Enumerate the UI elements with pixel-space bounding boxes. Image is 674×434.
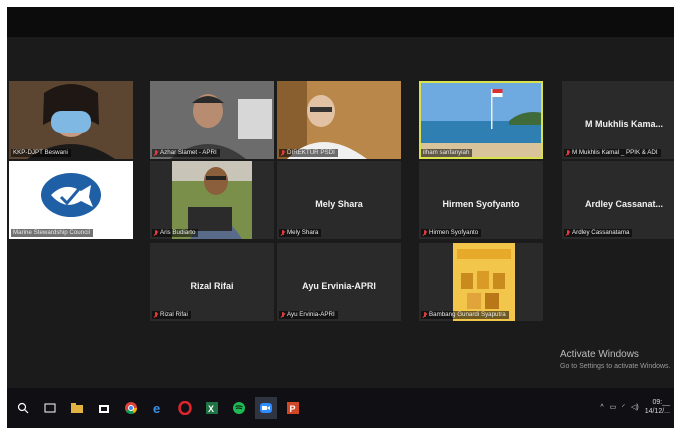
zoom-window: KKP-DJPT Beswani Azhar Slamet - APRI DIR… xyxy=(7,7,674,428)
svg-text:P: P xyxy=(290,404,296,414)
windows-taskbar: e X P ^ ▭ ◜ ◁) 09:__ 14/12/... xyxy=(7,388,674,428)
participant-tile[interactable]: Ardley Cassanat... Ardley Cassanatama xyxy=(562,161,674,239)
participant-name-label: Aris Budiarto xyxy=(152,229,199,237)
opera-icon[interactable] xyxy=(174,397,196,419)
muted-mic-icon xyxy=(154,229,158,237)
participant-tile[interactable]: Bambang Gunardi Syaputra xyxy=(419,243,543,321)
muted-mic-icon xyxy=(281,311,285,319)
participant-name-label: Marine Stewardship Council xyxy=(11,229,94,237)
participant-name-label: M Mukhlis Kamal _ PPIK & ADI xyxy=(564,149,661,157)
network-icon[interactable]: ▭ xyxy=(610,403,617,411)
participant-tile[interactable]: M Mukhlis Kama... M Mukhlis Kamal _ PPIK… xyxy=(562,81,674,159)
participant-tile[interactable]: Aris Budiarto xyxy=(150,161,274,239)
participant-tile[interactable]: Mely Shara Mely Shara xyxy=(277,161,401,239)
participant-tile[interactable]: Rizal Rifai Rizal Rifai xyxy=(150,243,274,321)
muted-mic-icon xyxy=(423,311,427,319)
participant-tile[interactable]: Ayu Ervinia-APRI Ayu Ervinia-APRI xyxy=(277,243,401,321)
excel-icon[interactable]: X xyxy=(201,397,223,419)
participant-tile[interactable]: DIREKTUR PSDI xyxy=(277,81,401,159)
muted-mic-icon xyxy=(281,229,285,237)
participant-name-label: ilham sanfanyiah xyxy=(421,149,473,157)
muted-mic-icon xyxy=(154,311,158,319)
participant-name-label: Hirmen Syofyanto xyxy=(421,229,482,237)
chevron-up-icon[interactable]: ^ xyxy=(600,404,603,411)
participant-name-label: Bambang Gunardi Syaputra xyxy=(421,311,509,319)
muted-mic-icon xyxy=(566,149,570,157)
spotify-icon[interactable] xyxy=(228,397,250,419)
svg-text:X: X xyxy=(208,404,214,414)
participant-video xyxy=(150,161,274,239)
task-view-icon[interactable] xyxy=(39,397,61,419)
volume-icon[interactable]: ◁) xyxy=(631,403,639,411)
store-icon[interactable] xyxy=(93,397,115,419)
participant-display-name: Hirmen Syofyanto xyxy=(442,199,520,209)
muted-mic-icon xyxy=(154,149,158,157)
participant-display-name: M Mukhlis Kama... xyxy=(584,119,664,129)
participant-tile[interactable]: KKP-DJPT Beswani xyxy=(9,81,133,159)
powerpoint-icon[interactable]: P xyxy=(282,397,304,419)
participant-profile-image xyxy=(419,243,543,321)
svg-text:e: e xyxy=(153,401,160,415)
participant-video xyxy=(419,81,543,159)
muted-mic-icon xyxy=(566,229,570,237)
participant-name-label: Ayu Ervinia-APRI xyxy=(279,311,338,319)
participant-name-label: Azhar Slamet - APRI xyxy=(152,149,220,157)
clock-date: 14/12/... xyxy=(644,408,670,415)
participant-display-name: Ardley Cassanat... xyxy=(584,199,664,209)
window-title-bar xyxy=(7,7,674,37)
wifi-icon[interactable]: ◜ xyxy=(622,403,625,411)
system-tray: ^ ▭ ◜ ◁) 09:__ 14/12/... xyxy=(600,398,670,416)
clock-time: 09:__ xyxy=(652,399,670,406)
file-explorer-icon[interactable] xyxy=(66,397,88,419)
participant-name-label: Ardley Cassanatama xyxy=(564,229,633,237)
msc-logo-icon xyxy=(31,167,111,225)
participant-name-label: Rizal Rifai xyxy=(152,311,191,319)
activate-windows-watermark: Activate Windows Go to Settings to activ… xyxy=(560,349,671,373)
muted-mic-icon xyxy=(423,229,427,237)
zoom-icon[interactable] xyxy=(255,397,277,419)
gallery-view: KKP-DJPT Beswani Azhar Slamet - APRI DIR… xyxy=(7,37,674,387)
watermark-subtitle: Go to Settings to activate Windows. xyxy=(560,363,671,370)
edge-icon[interactable]: e xyxy=(147,397,169,419)
taskbar-clock[interactable]: 09:__ 14/12/... xyxy=(645,398,670,416)
participant-name-label: KKP-DJPT Beswani xyxy=(11,149,71,157)
participant-tile-active-speaker[interactable]: ilham sanfanyiah xyxy=(419,81,543,159)
participant-video xyxy=(150,81,274,159)
chrome-icon[interactable] xyxy=(120,397,142,419)
participant-video xyxy=(277,81,401,159)
watermark-title: Activate Windows xyxy=(560,349,639,360)
muted-mic-icon xyxy=(281,149,285,157)
participant-name-label: Mely Shara xyxy=(279,229,322,237)
participant-tile[interactable]: Hirmen Syofyanto Hirmen Syofyanto xyxy=(419,161,543,239)
participant-name-label: DIREKTUR PSDI xyxy=(279,149,338,157)
participant-tile[interactable]: Azhar Slamet - APRI xyxy=(150,81,274,159)
participant-display-name: Rizal Rifai xyxy=(190,281,234,291)
participant-tile[interactable]: Marine Stewardship Council xyxy=(9,161,133,239)
participant-display-name: Mely Shara xyxy=(315,199,363,209)
participant-video xyxy=(9,81,133,159)
participant-display-name: Ayu Ervinia-APRI xyxy=(302,281,376,291)
search-icon[interactable] xyxy=(12,397,34,419)
